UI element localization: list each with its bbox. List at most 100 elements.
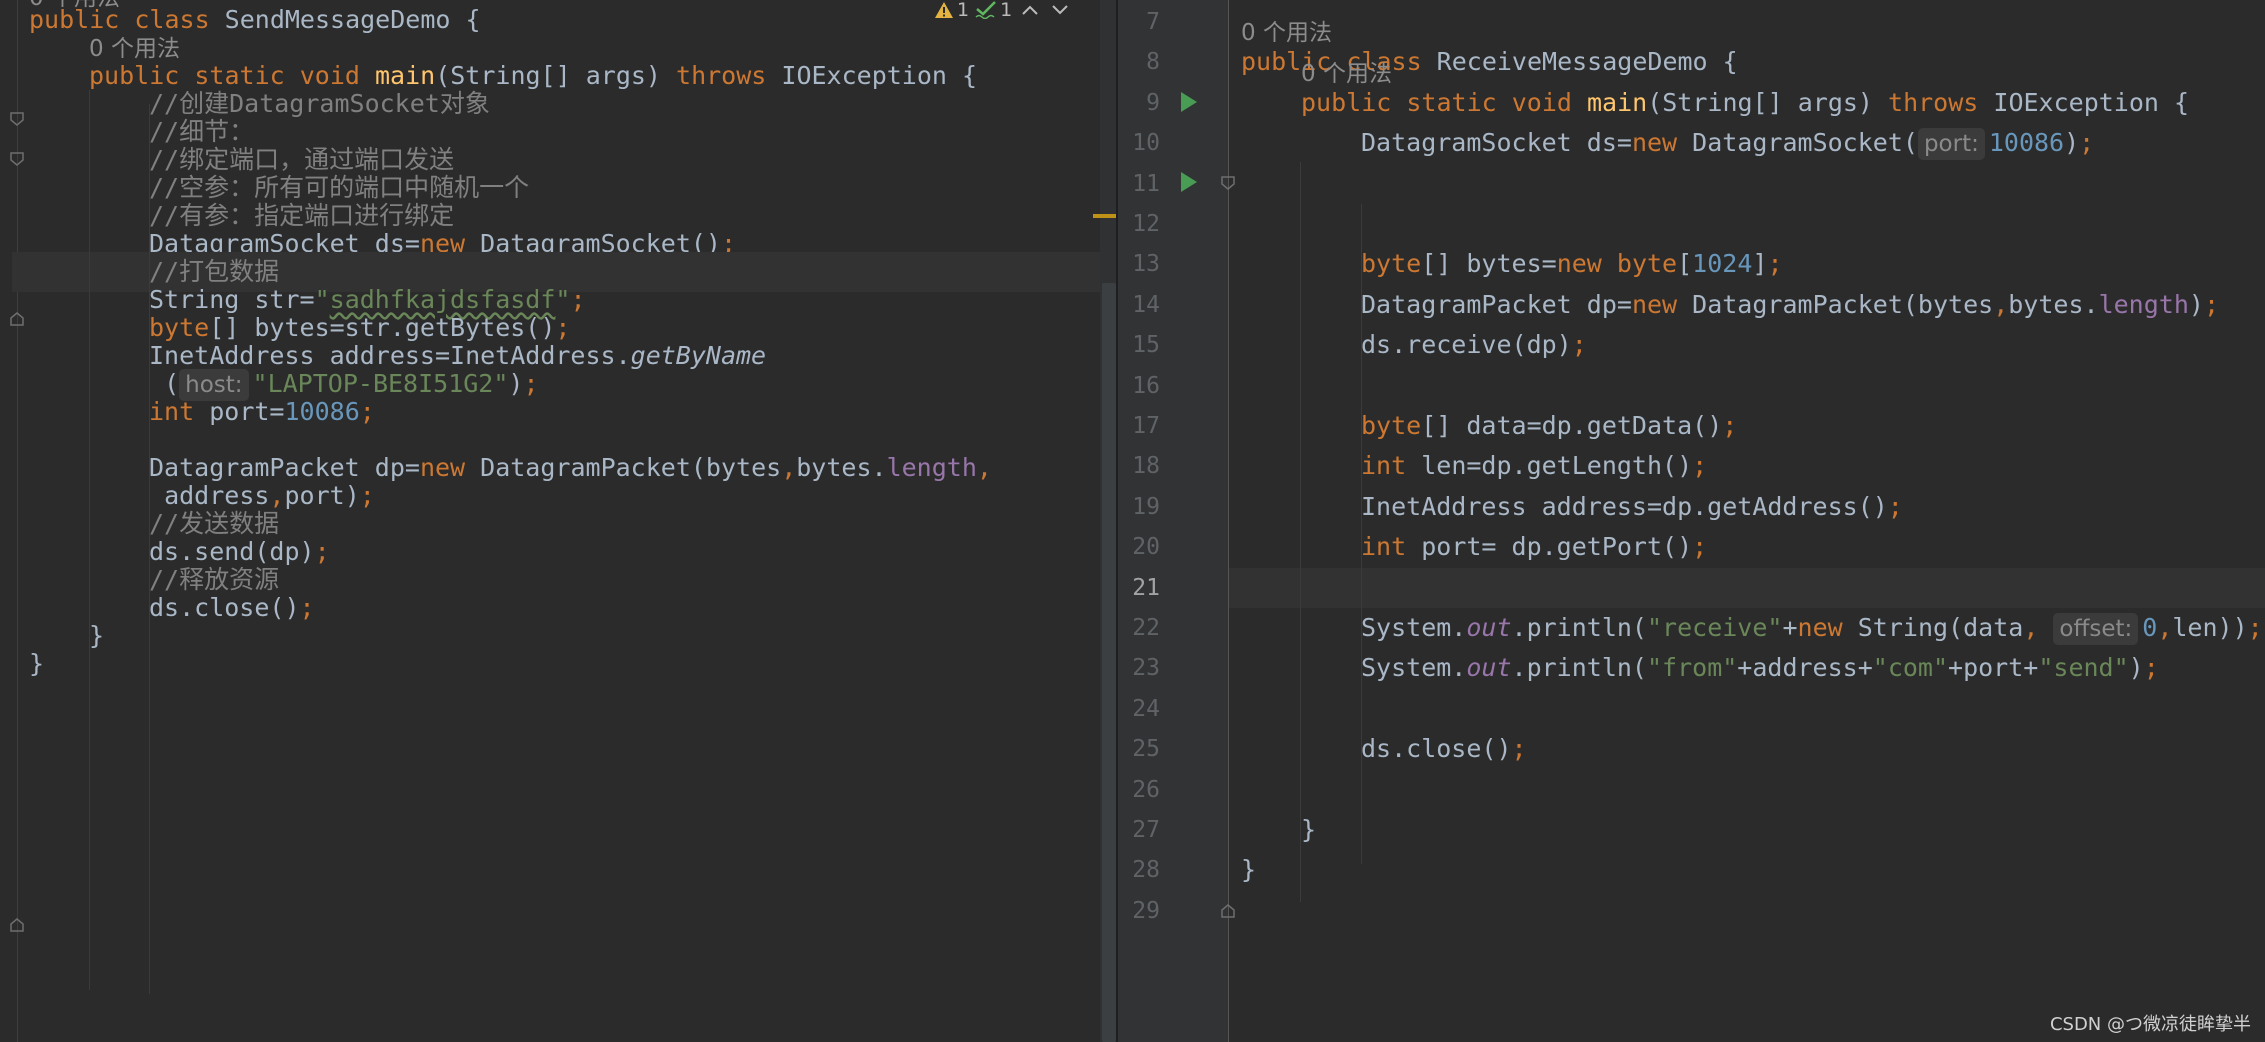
code-token: ds.receive(dp) xyxy=(1361,330,1572,360)
indent-guide xyxy=(1300,162,1301,902)
indent-guide xyxy=(149,104,150,994)
line-number[interactable]: 15 xyxy=(1118,325,1160,365)
code-line-text: ds.receive(dp); xyxy=(1241,330,1587,359)
code-token: ; xyxy=(1571,330,1587,360)
code-line[interactable] xyxy=(1229,567,2265,608)
code-line-text: } xyxy=(29,649,44,678)
code-line[interactable]: System.out.println("from"+address+"com"+… xyxy=(1241,648,2265,688)
indent-guide xyxy=(89,90,90,990)
typos-count: 1 xyxy=(1000,0,1013,21)
code-line-text: DatagramSocket ds=new DatagramSocket(por… xyxy=(1241,128,2094,161)
run-class-icon[interactable] xyxy=(1181,92,1197,112)
warnings-indicator[interactable]: 1 xyxy=(934,0,969,21)
line-number[interactable]: 27 xyxy=(1118,810,1160,850)
code-token: int xyxy=(1361,451,1422,481)
fold-end-icon[interactable] xyxy=(10,918,24,932)
line-number[interactable]: 9 xyxy=(1118,83,1160,123)
line-number[interactable]: 16 xyxy=(1118,366,1160,406)
line-number[interactable]: 18 xyxy=(1118,446,1160,486)
code-token: len=dp.getLength() xyxy=(1421,451,1693,481)
previous-highlight-icon[interactable] xyxy=(1018,1,1042,19)
code-token: +address+ xyxy=(1737,653,1873,683)
line-number[interactable]: 28 xyxy=(1118,850,1160,890)
code-token: 10086 xyxy=(1988,128,2065,158)
code-token: } xyxy=(1241,855,1257,885)
code-token: ; xyxy=(1767,249,1783,279)
code-token: ] xyxy=(1752,249,1768,279)
code-token: new byte xyxy=(1556,249,1678,279)
code-line[interactable]: int port= dp.getPort(); xyxy=(1241,527,2265,567)
code-line[interactable]: } xyxy=(1241,850,2265,890)
code-line[interactable]: byte[] data=dp.getData(); xyxy=(1241,406,2265,446)
code-line-text: System.out.println("from"+address+"com"+… xyxy=(1241,653,2159,682)
fold-icon[interactable] xyxy=(1221,176,1235,190)
code-line[interactable]: public static void main(String[] args) t… xyxy=(1241,83,2265,123)
typos-indicator[interactable]: 1 xyxy=(975,0,1012,21)
fold-icon[interactable] xyxy=(10,152,24,166)
code-line[interactable]: byte[] bytes=new byte[1024]; xyxy=(1241,244,2265,284)
code-token: +port+ xyxy=(1948,653,2039,683)
indent-guide xyxy=(1361,204,1362,864)
code-line[interactable] xyxy=(1241,689,2265,729)
line-number[interactable]: 14 xyxy=(1118,285,1160,325)
code-line[interactable]: } xyxy=(29,644,1118,684)
code-line[interactable]: System.out.println("receive"+new String(… xyxy=(1241,608,2265,648)
line-number[interactable]: 29 xyxy=(1118,891,1160,931)
right-editor-pane[interactable]: 0 个用法 public class ReceiveMessageDemo {0 … xyxy=(1118,0,2265,1042)
line-number[interactable]: 10 xyxy=(1118,123,1160,163)
next-highlight-icon[interactable] xyxy=(1048,1,1072,19)
line-number[interactable]: 12 xyxy=(1118,204,1160,244)
inspection-widget[interactable]: 1 1 xyxy=(934,0,1072,21)
code-line[interactable] xyxy=(1241,770,2265,810)
line-number[interactable]: 7 xyxy=(1118,2,1160,42)
code-line-text: System.out.println("receive"+new String(… xyxy=(1241,613,2263,645)
code-line[interactable]: InetAddress address=dp.getAddress(); xyxy=(1241,487,2265,527)
code-line[interactable]: int len=dp.getLength(); xyxy=(1241,446,2265,486)
code-line[interactable]: ds.receive(dp); xyxy=(1241,325,2265,365)
fold-end-icon[interactable] xyxy=(10,312,24,326)
code-token: throws xyxy=(1888,87,1994,117)
code-token: ; xyxy=(2247,613,2263,642)
fold-end-icon[interactable] xyxy=(1221,904,1235,918)
code-token: main xyxy=(1586,87,1648,117)
line-number[interactable]: 25 xyxy=(1118,729,1160,769)
code-token: DatagramPacket(bytes xyxy=(1692,289,1994,319)
code-line[interactable]: } xyxy=(1241,810,2265,850)
code-token: byte xyxy=(1361,249,1422,279)
code-line[interactable] xyxy=(1241,891,2265,931)
code-line[interactable] xyxy=(1241,204,2265,244)
code-line[interactable]: DatagramSocket ds=new DatagramSocket(por… xyxy=(1241,123,2265,163)
code-line[interactable] xyxy=(1241,164,2265,204)
line-number[interactable]: 21 xyxy=(1118,568,1160,608)
code-line[interactable]: ds.close(); xyxy=(1241,729,2265,769)
line-number[interactable]: 23 xyxy=(1118,648,1160,688)
fold-icon[interactable] xyxy=(10,112,24,126)
left-editor-pane[interactable]: 0 个用法 public class SendMessageDemo {0 个用… xyxy=(0,0,1118,1042)
code-token: new xyxy=(1797,613,1858,642)
line-number[interactable]: 11 xyxy=(1118,164,1160,204)
code-token: int xyxy=(1361,532,1422,562)
code-line[interactable]: DatagramPacket dp=new DatagramPacket(byt… xyxy=(1241,285,2265,325)
code-token: String(data xyxy=(1857,613,2024,642)
left-scrollbar-thumb[interactable] xyxy=(1102,283,1116,1042)
code-token: ; xyxy=(1692,451,1708,481)
run-main-icon[interactable] xyxy=(1181,172,1197,192)
code-token: [] data=dp.getData() xyxy=(1421,411,1723,440)
line-number[interactable]: 20 xyxy=(1118,527,1160,567)
line-number[interactable]: 17 xyxy=(1118,406,1160,446)
line-number[interactable]: 13 xyxy=(1118,244,1160,284)
code-token: InetAddress address=dp.getAddress() xyxy=(1361,491,1888,521)
line-number[interactable]: 26 xyxy=(1118,770,1160,810)
line-number[interactable]: 8 xyxy=(1118,42,1160,82)
line-number[interactable]: 22 xyxy=(1118,608,1160,648)
line-number[interactable]: 24 xyxy=(1118,689,1160,729)
code-token: out xyxy=(1466,653,1512,683)
code-token: DatagramPacket dp= xyxy=(1361,289,1632,319)
warning-stripe-marker[interactable] xyxy=(1093,214,1118,218)
code-line[interactable] xyxy=(1241,366,2265,406)
code-token: port= dp.getPort() xyxy=(1421,532,1693,562)
code-line-text: int port= dp.getPort(); xyxy=(1241,532,1707,561)
code-token: ; xyxy=(1722,411,1738,440)
line-number[interactable]: 19 xyxy=(1118,487,1160,527)
code-token: ) xyxy=(2188,289,2204,319)
